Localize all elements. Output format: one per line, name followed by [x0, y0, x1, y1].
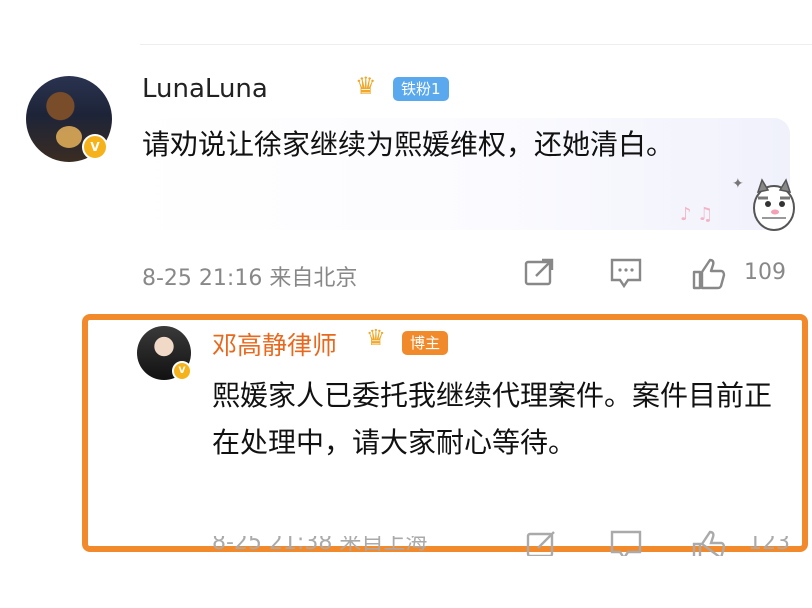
- location: 来自北京: [269, 266, 358, 291]
- music-notes-icon: ♪ ♫: [680, 204, 714, 225]
- comment-icon[interactable]: [610, 530, 642, 556]
- blogger-badge: 博主: [402, 331, 449, 355]
- share-icon[interactable]: [526, 530, 558, 556]
- like-icon[interactable]: [692, 530, 726, 556]
- divider: [140, 44, 812, 45]
- username[interactable]: LunaLuna: [142, 74, 268, 104]
- location: 来自上海: [339, 536, 428, 555]
- crown-icon: ♛: [366, 326, 386, 351]
- reply-text: 熙媛家人已委托我继续代理案件。案件目前正在处理中，请大家耐心等待。: [212, 379, 773, 459]
- like-icon[interactable]: [692, 258, 726, 296]
- svg-text:✦: ✦: [732, 176, 744, 192]
- like-count: 109: [744, 260, 786, 285]
- comment-icon[interactable]: [610, 258, 642, 294]
- crown-icon: ♛: [355, 72, 377, 100]
- reply-username[interactable]: 邓高静律师: [212, 326, 337, 362]
- like-count: 123: [748, 536, 790, 555]
- verified-icon: V: [172, 361, 192, 381]
- reply-meta: 8-25 21:38 来自上海: [212, 536, 427, 556]
- fan-badge[interactable]: 铁粉1: [393, 77, 449, 101]
- cat-sticker-icon: ✦: [732, 176, 795, 231]
- share-icon[interactable]: [524, 258, 556, 294]
- comment-meta: 8-25 21:16 来自北京: [142, 260, 357, 292]
- comment-text: 请劝说让徐家继续为熙媛维权，还她清白。: [142, 128, 675, 161]
- verified-icon: V: [82, 134, 108, 160]
- timestamp: 8-25 21:16: [142, 266, 263, 291]
- timestamp: 8-25 21:38: [212, 536, 333, 555]
